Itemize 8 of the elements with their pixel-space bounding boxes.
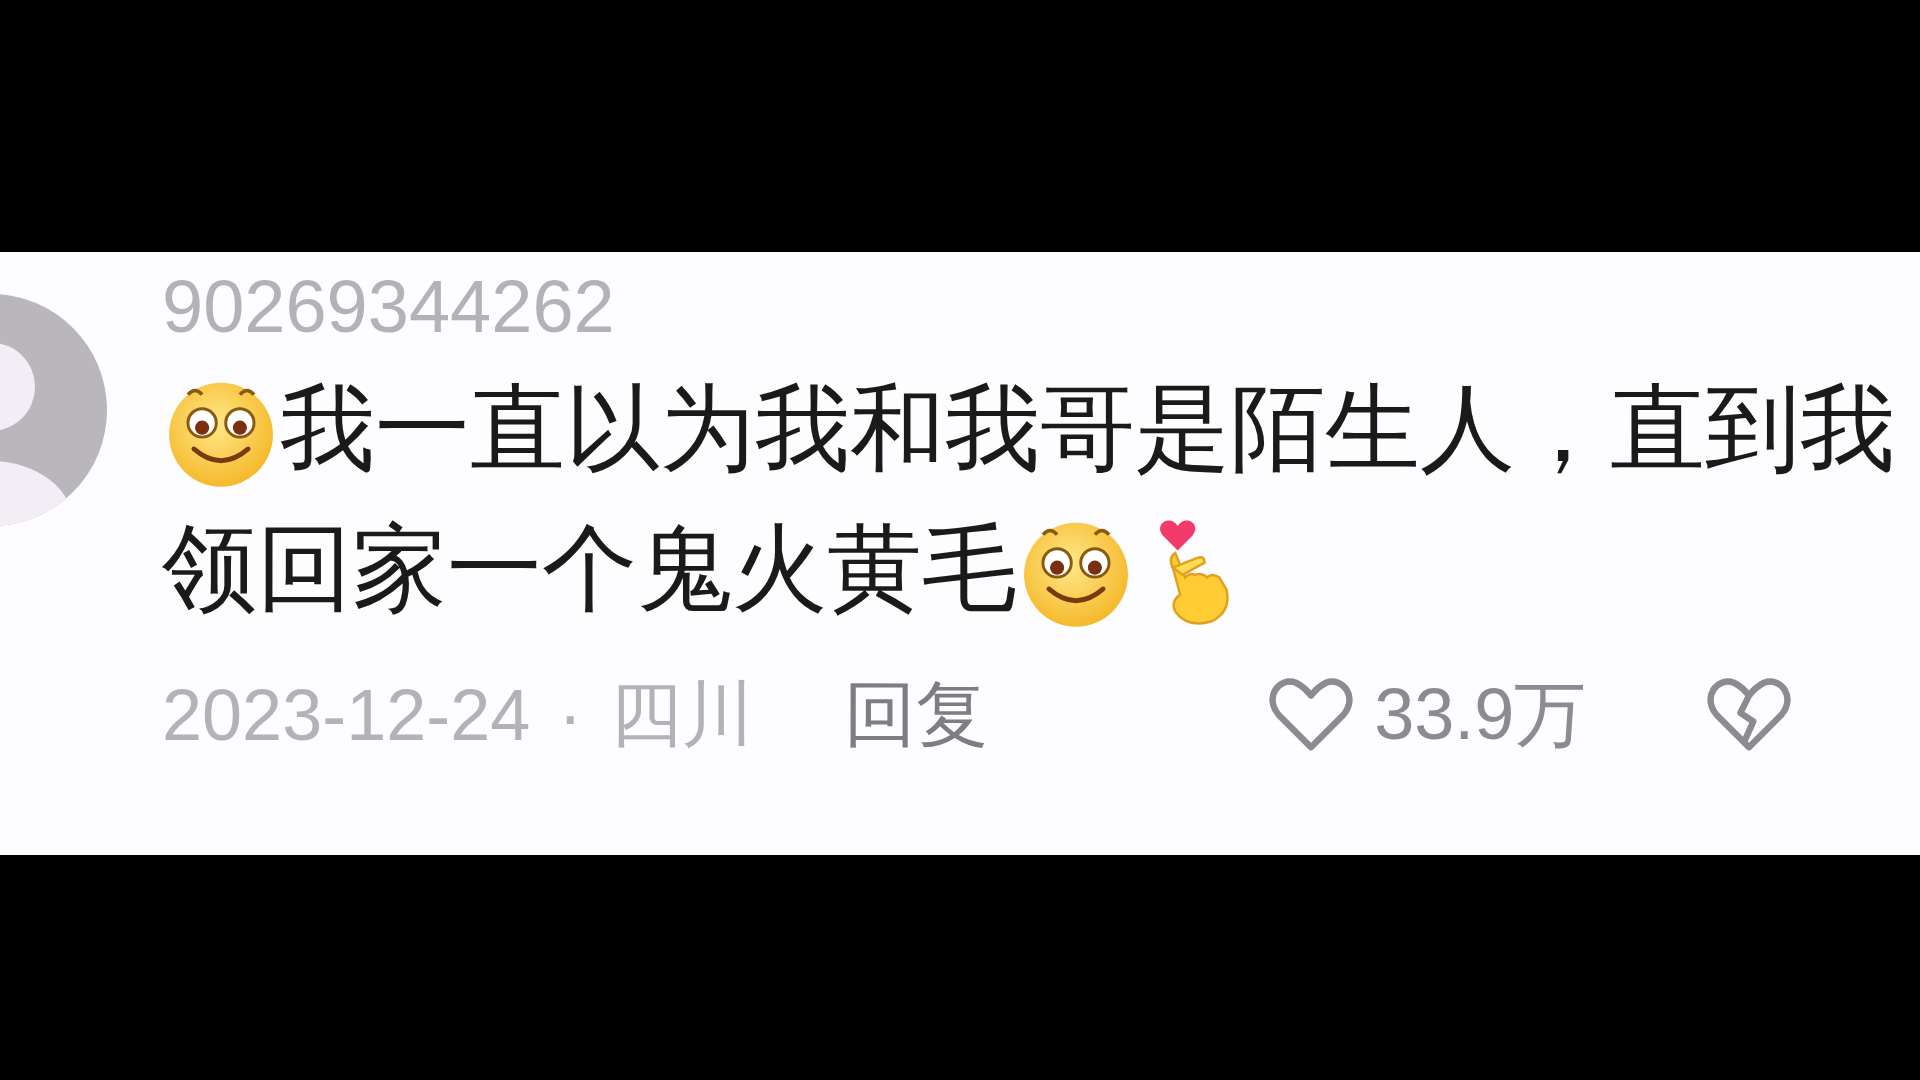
location-text: 四川 xyxy=(610,673,755,756)
comment-text: 我一直以为我和我哥是陌生人，直到我 xyxy=(280,372,1895,485)
like-count: 33.9万 xyxy=(1374,673,1587,756)
comment-text: 领回家一个鬼火黄毛 xyxy=(162,512,1017,625)
username[interactable]: 90269344262 xyxy=(162,262,1895,352)
separator-dot: · xyxy=(558,674,583,756)
reply-button[interactable]: 回复 xyxy=(844,667,989,763)
comment-date: 2023-12-24 xyxy=(162,674,531,756)
